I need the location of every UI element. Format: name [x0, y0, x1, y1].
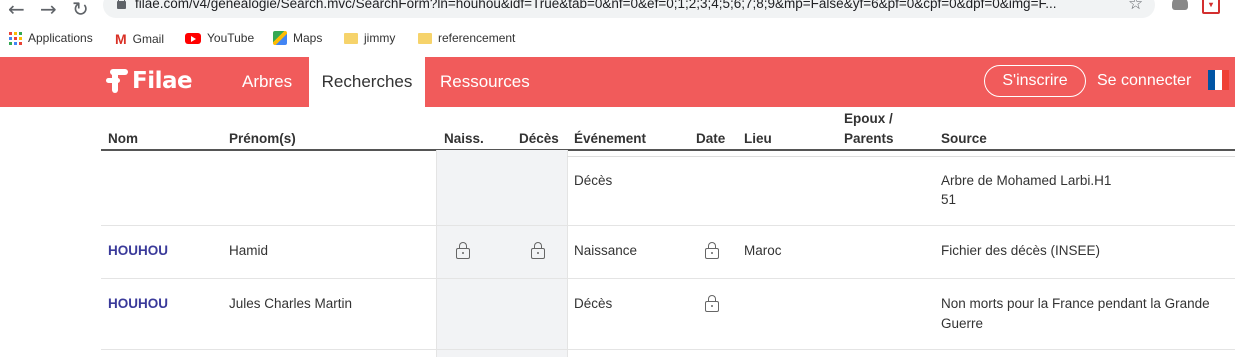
table-row[interactable]: HOUHOU Jules Charles Martin Décès Non mo…: [101, 279, 1235, 350]
bookmark-maps[interactable]: Maps: [273, 31, 322, 45]
maps-icon: [273, 31, 287, 45]
bookmark-jimmy[interactable]: jimmy: [344, 31, 395, 45]
back-arrow-icon[interactable]: ←: [8, 0, 25, 21]
browser-toolbar: ← → ↻ filae.com/v4/genealogie/Search.mvc…: [0, 0, 1235, 22]
row-evenement: Décès: [574, 296, 613, 311]
extension-icon[interactable]: [1172, 0, 1188, 10]
row-nom[interactable]: HOUHOU: [108, 241, 168, 261]
bookmark-label: referencement: [438, 31, 516, 45]
extension-shield-icon[interactable]: ▾: [1202, 0, 1220, 14]
locked-death-lock-icon[interactable]: [531, 242, 545, 259]
locked-birth-lock-icon[interactable]: [456, 242, 470, 259]
bookmark-applications[interactable]: Applications: [9, 31, 93, 45]
signup-button[interactable]: S'inscrire: [984, 65, 1086, 97]
col-deces[interactable]: Décès: [519, 129, 559, 148]
nav-arbres[interactable]: Arbres: [242, 57, 292, 107]
table-row[interactable]: Décès Arbre de Mohamed Larbi.H1 51: [101, 157, 1235, 226]
nav-recherches[interactable]: Recherches: [309, 57, 425, 107]
results-table-header: Nom Prénom(s) Naiss. Décès Événement Dat…: [101, 108, 1235, 151]
row-prenom: Hamid: [229, 243, 269, 258]
row-source[interactable]: Non morts pour la France pendant la Gran…: [941, 294, 1210, 314]
bookmark-label: YouTube: [207, 31, 255, 45]
row-source-cont[interactable]: 51: [941, 190, 956, 210]
folder-icon: [344, 32, 358, 44]
locked-date-lock-icon[interactable]: [705, 242, 719, 259]
locked-date-lock-icon[interactable]: [705, 295, 719, 312]
col-epoux[interactable]: Epoux /: [844, 109, 893, 128]
nav-ressources[interactable]: Ressources: [440, 57, 530, 107]
apps-grid-icon: [9, 31, 22, 45]
col-prenom[interactable]: Prénom(s): [229, 129, 296, 148]
bookmark-label: Gmail: [132, 32, 165, 46]
bookmark-star-icon[interactable]: ☆: [1128, 0, 1143, 14]
gmail-icon: M: [115, 31, 127, 47]
bookmark-label: jimmy: [364, 31, 396, 45]
youtube-icon: [185, 32, 201, 44]
table-row[interactable]: HOUHOU Hamid Naissance Maroc Fichier des…: [101, 226, 1235, 279]
url-text[interactable]: filae.com/v4/genealogie/Search.mvc/Searc…: [135, 0, 1135, 11]
bookmark-label: Maps: [293, 31, 323, 45]
row-evenement: Décès: [574, 173, 613, 188]
row-prenom: Jules Charles Martin: [229, 296, 353, 311]
reload-icon[interactable]: ↻: [72, 0, 89, 21]
logo-text: Filae: [132, 68, 193, 94]
filae-logo[interactable]: Filae: [106, 68, 193, 94]
row-lieu: Maroc: [744, 243, 782, 258]
row-source-cont[interactable]: Guerre: [941, 314, 983, 334]
col-parents[interactable]: Parents: [844, 129, 894, 148]
bookmark-gmail[interactable]: M Gmail: [115, 31, 164, 47]
row-source[interactable]: Fichier des décès (INSEE): [941, 241, 1100, 261]
folder-icon: [418, 32, 432, 44]
row-source[interactable]: Arbre de Mohamed Larbi.H1: [941, 171, 1111, 191]
forward-arrow-icon[interactable]: →: [40, 0, 57, 21]
bookmark-youtube[interactable]: YouTube: [185, 31, 254, 45]
french-flag-icon[interactable]: [1208, 70, 1229, 90]
col-evenement[interactable]: Événement: [574, 129, 646, 148]
bookmark-referencement[interactable]: referencement: [418, 31, 515, 45]
col-naiss[interactable]: Naiss.: [444, 129, 484, 148]
filae-logo-icon: [106, 69, 128, 93]
col-source[interactable]: Source: [941, 129, 987, 148]
row-nom[interactable]: HOUHOU: [108, 294, 168, 314]
row-evenement: Naissance: [574, 243, 638, 258]
login-link[interactable]: Se connecter: [1097, 57, 1191, 107]
site-header: Filae Arbres Recherches Ressources S'ins…: [0, 57, 1235, 107]
secure-lock-icon: [117, 0, 126, 9]
col-lieu[interactable]: Lieu: [744, 129, 772, 148]
address-bar[interactable]: filae.com/v4/genealogie/Search.mvc/Searc…: [103, 0, 1155, 18]
bookmark-label: Applications: [28, 31, 93, 45]
col-nom[interactable]: Nom: [108, 129, 138, 148]
col-date[interactable]: Date: [696, 129, 725, 148]
bookmarks-bar: Applications M Gmail YouTube Maps jimmy …: [0, 26, 1235, 54]
